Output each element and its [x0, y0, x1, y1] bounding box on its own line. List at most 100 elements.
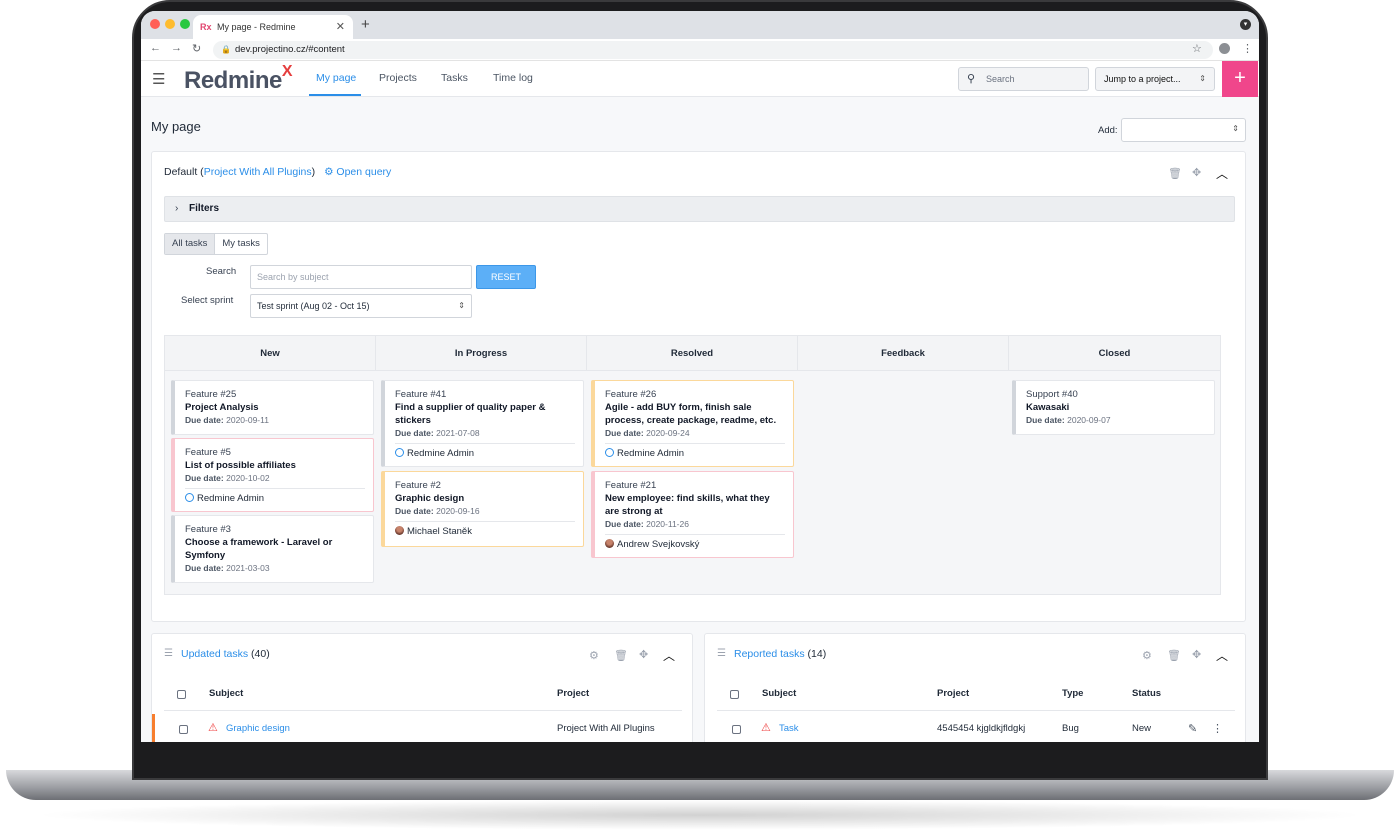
due-label: Due date:	[605, 428, 644, 438]
header-search-placeholder: Search	[986, 74, 1015, 84]
card-subject: Agile - add BUY form, finish sale proces…	[605, 402, 777, 426]
user-icon	[185, 493, 194, 502]
url-input[interactable]: 🔒 dev.projectino.cz/#content	[213, 41, 1213, 59]
task-card[interactable]: Feature #25 Project Analysis Due date: 2…	[171, 380, 374, 435]
row-checkbox[interactable]	[732, 725, 741, 734]
maximize-window-button[interactable]	[180, 19, 190, 29]
gear-icon[interactable]: ⚙	[1142, 649, 1152, 662]
due-label: Due date:	[605, 519, 644, 529]
browser-profile-icon[interactable]: ▾	[1240, 19, 1251, 30]
due-value: 2020-09-11	[226, 415, 269, 425]
column-header-type[interactable]: Type	[1062, 688, 1083, 699]
open-query-link[interactable]: ⚙ Open query	[324, 166, 391, 178]
header-divider	[164, 710, 682, 711]
column-header-project[interactable]: Project	[937, 688, 969, 699]
add-label: Add:	[1098, 125, 1118, 136]
column-header-subject[interactable]: Subject	[209, 688, 243, 699]
nav-time-log[interactable]: Time log	[493, 72, 533, 84]
active-nav-indicator	[309, 94, 361, 96]
row-checkbox[interactable]	[179, 725, 188, 734]
task-card[interactable]: Feature #5 List of possible affiliates D…	[171, 438, 374, 512]
gear-icon: ⚙	[324, 166, 334, 178]
close-window-button[interactable]	[150, 19, 160, 29]
due-label: Due date:	[395, 506, 434, 516]
due-value: 2020-09-07	[1067, 415, 1111, 425]
due-label: Due date:	[1026, 415, 1065, 425]
move-icon[interactable]: ✥	[1192, 648, 1201, 661]
column-header-status[interactable]: Status	[1132, 688, 1161, 699]
edit-icon[interactable]: ✎	[1188, 722, 1197, 735]
select-arrows-icon: ⇕	[1199, 74, 1206, 83]
bookmark-star-icon[interactable]: ☆	[1192, 42, 1202, 55]
task-card[interactable]: Support #40 Kawasaki Due date: 2020-09-0…	[1012, 380, 1215, 435]
panel-title-prefix: Default (	[164, 166, 204, 178]
forward-icon[interactable]: →	[171, 42, 182, 54]
sprint-select[interactable]: Test sprint (Aug 02 - Oct 15) ⇕	[250, 294, 472, 318]
browser-tab[interactable]: Rx My page - Redmine ✕	[193, 15, 353, 39]
app-header: ☰ RedmineX My page Projects Tasks Time l…	[141, 61, 1259, 97]
task-status: New	[1132, 723, 1152, 734]
tab-close-icon[interactable]: ✕	[336, 15, 345, 39]
warning-icon: ⚠	[208, 722, 218, 734]
select-all-checkbox[interactable]	[730, 690, 739, 699]
select-all-checkbox[interactable]	[177, 690, 186, 699]
reload-icon[interactable]: ↻	[192, 42, 201, 55]
avatar	[395, 526, 404, 535]
gear-icon[interactable]: ⚙	[589, 649, 599, 662]
move-icon[interactable]: ✥	[639, 648, 648, 661]
chevron-right-icon: ›	[175, 203, 179, 214]
trash-icon[interactable]: 🗑	[1167, 649, 1181, 662]
reported-tasks-count: (14)	[807, 648, 827, 660]
tab-my-tasks[interactable]: My tasks	[214, 234, 266, 254]
jump-to-project-select[interactable]: Jump to a project... ⇕	[1095, 67, 1215, 91]
nav-projects[interactable]: Projects	[379, 72, 417, 84]
collapse-icon[interactable]: ︿	[1216, 647, 1228, 664]
card-due-date: Due date: 2021-07-08	[395, 427, 575, 439]
add-block-select[interactable]: ⇕	[1121, 118, 1246, 142]
panel-title: Updated tasks (40)	[181, 648, 270, 660]
move-icon[interactable]: ✥	[1192, 166, 1201, 179]
card-ref: Support #40	[1026, 389, 1078, 400]
task-card[interactable]: Feature #3 Choose a framework - Laravel …	[171, 515, 374, 583]
more-icon[interactable]: ⋮	[1212, 722, 1223, 735]
trash-icon[interactable]: 🗑	[1168, 167, 1182, 180]
task-subject-link[interactable]: Graphic design	[226, 723, 290, 734]
minimize-window-button[interactable]	[165, 19, 175, 29]
updated-tasks-link[interactable]: Updated tasks	[181, 648, 248, 660]
hamburger-icon[interactable]: ☰	[152, 70, 165, 88]
nav-my-page[interactable]: My page	[316, 72, 356, 84]
collapse-icon[interactable]: ︿	[663, 647, 675, 664]
task-card[interactable]: Feature #41 Find a supplier of quality p…	[381, 380, 584, 467]
reported-tasks-link[interactable]: Reported tasks	[734, 648, 805, 660]
header-divider	[717, 710, 1235, 711]
project-link[interactable]: Project With All Plugins	[204, 166, 312, 178]
nav-tasks[interactable]: Tasks	[441, 72, 468, 84]
filters-toggle[interactable]: › Filters	[164, 196, 1235, 222]
card-due-date: Due date: 2020-09-11	[185, 414, 365, 426]
tab-all-tasks[interactable]: All tasks	[165, 234, 215, 254]
due-value: 2021-07-08	[436, 428, 480, 438]
back-icon[interactable]: ←	[150, 42, 161, 54]
column-header-project[interactable]: Project	[557, 688, 589, 699]
reset-button[interactable]: RESET	[476, 265, 536, 289]
subject-search-input[interactable]: Search by subject	[250, 265, 472, 289]
assignee-name: Redmine Admin	[407, 448, 475, 459]
account-icon[interactable]	[1219, 43, 1230, 54]
logo[interactable]: RedmineX	[184, 63, 293, 95]
new-tab-icon[interactable]: +	[361, 16, 370, 33]
header-search-input[interactable]: ⚲ Search	[958, 67, 1089, 91]
task-subject-link[interactable]: Task	[779, 723, 799, 734]
collapse-icon[interactable]: ︿	[1216, 165, 1228, 182]
task-card[interactable]: Feature #21 New employee: find skills, w…	[591, 471, 794, 558]
task-card[interactable]: Feature #2 Graphic design Due date: 2020…	[381, 471, 584, 547]
browser-menu-icon[interactable]: ⋮	[1242, 42, 1253, 55]
task-card[interactable]: Feature #26 Agile - add BUY form, finish…	[591, 380, 794, 467]
column-header-subject[interactable]: Subject	[762, 688, 796, 699]
logo-text: Redmine	[184, 67, 282, 94]
card-ref: Feature #5	[185, 447, 231, 458]
laptop-shadow	[30, 800, 1370, 830]
trash-icon[interactable]: 🗑	[614, 649, 628, 662]
card-ref: Feature #25	[185, 389, 237, 400]
panel-title: Default (Project With All Plugins) ⚙ Ope…	[164, 166, 391, 178]
plus-icon[interactable]: +	[1222, 61, 1258, 97]
